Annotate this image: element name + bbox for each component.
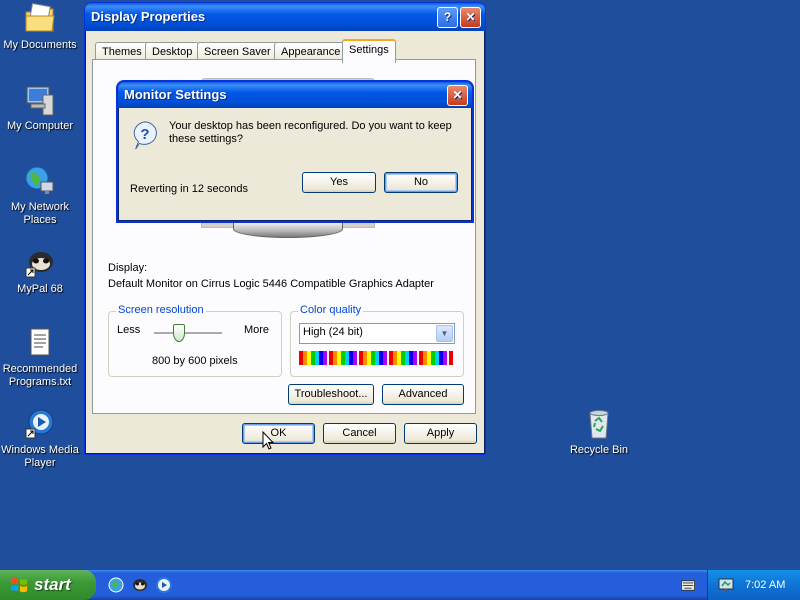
resolution-slider-track[interactable] bbox=[154, 332, 222, 335]
screen-resolution-group: Screen resolution Less More 800 by 600 p… bbox=[108, 304, 282, 377]
question-icon: ? bbox=[133, 121, 157, 150]
desktop-icon-my-computer[interactable]: My Computer bbox=[0, 83, 80, 133]
cancel-button[interactable]: Cancel bbox=[323, 423, 396, 444]
tab-settings[interactable]: Settings bbox=[342, 39, 396, 63]
media-player-icon bbox=[25, 409, 54, 439]
window-titlebar[interactable]: Display Properties ? ✕ bbox=[85, 3, 485, 31]
display-settings-tray-icon[interactable] bbox=[718, 577, 734, 593]
desktop-icon-my-documents[interactable]: My Documents bbox=[0, 2, 80, 52]
desktop-icon-label: Windows Media Player bbox=[1, 444, 79, 469]
mypal-quicklaunch-icon[interactable] bbox=[132, 577, 148, 593]
display-adapter-value: Default Monitor on Cirrus Logic 5446 Com… bbox=[108, 278, 434, 290]
dialog-message: Your desktop has been reconfigured. Do y… bbox=[169, 120, 452, 145]
color-quality-legend: Color quality bbox=[298, 304, 364, 316]
dialog-title: Monitor Settings bbox=[124, 87, 227, 102]
windows-logo-icon bbox=[10, 577, 28, 593]
resolution-slider-thumb[interactable] bbox=[173, 324, 185, 342]
computer-icon bbox=[26, 86, 54, 116]
advanced-button[interactable]: Advanced bbox=[382, 384, 464, 405]
resolution-value: 800 by 600 pixels bbox=[152, 355, 238, 367]
dialog-titlebar[interactable]: Monitor Settings ✕ bbox=[118, 82, 472, 108]
slider-less-label: Less bbox=[117, 324, 141, 336]
desktop-icon-label: My Computer bbox=[6, 120, 74, 132]
color-spectrum-bar bbox=[299, 351, 453, 365]
ok-button[interactable]: OK bbox=[242, 423, 315, 444]
desktop-icon-label: Recommended Programs.txt bbox=[2, 363, 78, 388]
mypal-raccoon-icon bbox=[25, 252, 53, 278]
color-quality-group: Color quality High (24 bit) ▼ bbox=[290, 304, 464, 377]
clock: 7:02 AM bbox=[745, 579, 786, 591]
browser-quicklaunch-icon[interactable] bbox=[108, 577, 124, 593]
folder-icon bbox=[25, 2, 55, 32]
no-button[interactable]: No bbox=[384, 172, 458, 193]
desktop-icon-label: Recycle Bin bbox=[569, 444, 629, 456]
apply-button[interactable]: Apply bbox=[404, 423, 477, 444]
desktop-icon-label: MyPal 68 bbox=[17, 283, 63, 295]
mouse-pointer-icon bbox=[262, 431, 274, 450]
dialog-close-button[interactable]: ✕ bbox=[447, 85, 468, 106]
start-label: start bbox=[34, 575, 71, 594]
display-label: Display: bbox=[108, 262, 148, 274]
color-quality-selected: High (24 bit) bbox=[303, 326, 363, 338]
desktop-icon-label: My Network Places bbox=[10, 201, 70, 226]
chevron-down-icon[interactable]: ▼ bbox=[436, 325, 453, 342]
taskbar: start 7:02 AM bbox=[0, 570, 800, 600]
desktop-icon-my-network-places[interactable]: My Network Places bbox=[0, 164, 80, 227]
recycle-bin-icon bbox=[589, 410, 609, 439]
system-tray: 7:02 AM bbox=[707, 570, 800, 600]
text-file-icon bbox=[30, 328, 50, 356]
network-globe-icon bbox=[25, 166, 54, 194]
revert-countdown: Reverting in 12 seconds bbox=[130, 183, 249, 195]
slider-more-label: More bbox=[243, 324, 269, 336]
desktop-icon-mypal[interactable]: MyPal 68 bbox=[0, 246, 80, 296]
media-player-quicklaunch-icon[interactable] bbox=[156, 577, 172, 593]
desktop-icon-windows-media-player[interactable]: Windows Media Player bbox=[0, 407, 80, 470]
monitor-settings-dialog: Monitor Settings ✕ ? Your desktop has be… bbox=[116, 80, 474, 223]
color-quality-select[interactable]: High (24 bit) ▼ bbox=[299, 323, 455, 344]
yes-button[interactable]: Yes bbox=[302, 172, 376, 193]
window-title: Display Properties bbox=[91, 9, 206, 24]
screen-resolution-legend: Screen resolution bbox=[116, 304, 206, 316]
desktop-icon-recommended-programs[interactable]: Recommended Programs.txt bbox=[0, 326, 80, 389]
display-properties-window: Display Properties ? ✕ Themes Desktop Sc… bbox=[84, 2, 486, 455]
help-button[interactable]: ? bbox=[437, 7, 458, 28]
troubleshoot-button[interactable]: Troubleshoot... bbox=[288, 384, 374, 405]
keyboard-icon[interactable] bbox=[681, 580, 695, 591]
svg-text:?: ? bbox=[140, 126, 149, 143]
start-button[interactable]: start bbox=[0, 570, 96, 600]
close-button[interactable]: ✕ bbox=[460, 7, 481, 28]
desktop-icon-label: My Documents bbox=[3, 39, 77, 51]
desktop-icon-recycle-bin[interactable]: Recycle Bin bbox=[559, 407, 639, 457]
